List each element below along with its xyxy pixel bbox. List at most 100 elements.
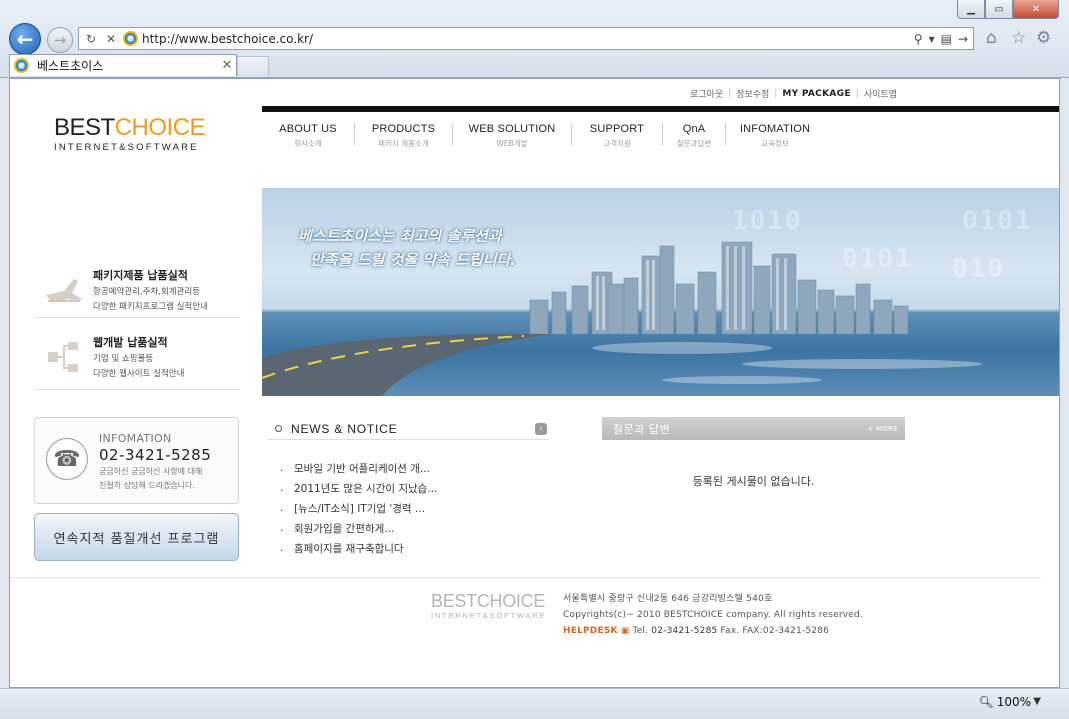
network-icon [48,342,78,372]
zoom-control[interactable]: 🔍︎ 100% [978,695,1031,709]
news-item[interactable]: . 2011년도 많은 시간이 지났습... [280,478,437,498]
bullet: . [280,502,284,514]
status-bar: 🔍︎ 100% ▼ [0,688,1069,719]
contact-info-box: ☎ INFOMATION 02-3421-5285 궁금하신 궁금하신 사항에 … [34,417,239,504]
helpdesk-label: HELPDESK [563,626,618,636]
my-package-link[interactable]: MY PACKAGE [782,89,850,99]
main-nav: ABOUT US 회사소개 PRODUCTS 패키지 제품소개 WEB SOLU… [262,123,824,149]
nav-web-solution[interactable]: WEB SOLUTION WEB개발 [453,123,571,149]
quality-program-button[interactable]: 연속지적 품질개선 프로그램 [34,513,239,561]
news-item-text[interactable]: [뉴스/IT소식] IT기업 '경력 ... [294,501,425,516]
nav-about-us[interactable]: ABOUT US 회사소개 [262,123,354,149]
back-button[interactable]: ← [9,23,41,55]
minimize-button[interactable]: ▁ [957,0,985,19]
footer-logo-best: BEST [431,591,477,611]
nav-label: WEB SOLUTION [468,123,556,135]
nav-label: PRODUCTS [371,123,436,135]
nav-label: INFOMATION [739,123,811,135]
airplane-icon [46,279,82,303]
qna-header: 질문과 답변 + MORE [602,417,905,440]
footer-logo: BESTCHOICE INTERNET&SOFTWARE [431,591,546,620]
browser-chrome: ▁ ▭ ✕ ← → ↻ ✕ e http://www.bestchoice.co… [0,0,1069,78]
promo-description: 항공예약관리,주차,회계관리등 다양한 패키지프로그램 실적안내 [93,285,208,315]
browser-tab[interactable]: e 베스트초이스 ✕ [9,54,237,76]
footer-copyright: Copyrights(c)~ 2010 BESTCHOICE company. … [563,610,864,620]
footer-info: 서울특별시 중랑구 신내2동 646 금강리빙스텔 540호 Copyright… [563,591,863,639]
maximize-button[interactable]: ▭ [985,0,1013,19]
edit-info-link[interactable]: 정보수정 [736,87,769,100]
tab-close-icon[interactable]: ✕ [218,58,236,73]
sitemap-link[interactable]: 사이트맵 [864,87,897,100]
promo-desc-line: 항공예약관리,주차,회계관리등 [93,287,201,297]
hero-banner: 1010 0101 0101 010 베스트초이스는 최고의 솔루션과 만족을 … [262,188,1059,396]
home-icon[interactable]: ⌂ [986,28,997,48]
nav-support[interactable]: SUPPORT 고객지원 [572,123,662,149]
info-label: INFOMATION [99,432,172,445]
city-skyline-illustration [262,241,982,396]
refresh-icon[interactable]: ↻ [83,32,99,46]
page-viewport: 로그아웃 | 정보수정 | MY PACKAGE | 사이트맵 BESTCHOI… [9,78,1060,688]
search-icon[interactable]: ⚲ [914,32,923,46]
news-item[interactable]: . [뉴스/IT소식] IT기업 '경력 ... [280,498,437,518]
logout-link[interactable]: 로그아웃 [690,87,723,100]
nav-sublabel: 교육정보 [761,139,789,148]
utility-links: 로그아웃 | 정보수정 | MY PACKAGE | 사이트맵 [690,87,897,101]
dropdown-icon[interactable]: ▾ [929,32,935,46]
news-item[interactable]: . 회원가입을 간편하게... [280,518,437,538]
separator: | [728,88,732,99]
window-controls: ▁ ▭ ✕ [957,0,1059,19]
nav-sublabel: 고객지원 [603,139,631,148]
info-description: 궁금하신 궁금하신 사항에 대해 친절히 상담해 드리겠습니다. [99,465,202,493]
footer-tel: 02-3421-5285 [651,626,718,636]
close-window-button[interactable]: ✕ [1013,0,1059,19]
telephone-icon: ☎ [46,438,88,480]
qna-more-link[interactable]: + MORE [867,425,898,433]
forward-button[interactable]: → [47,27,73,53]
stop-icon[interactable]: ✕ [103,32,119,46]
web-dev-delivery-record[interactable]: 웹개발 납품실적 기업 및 쇼핑몰등 다양한 웹사이트 실적안내 [34,332,240,390]
footer-logo-choice: CHOICE [476,591,546,611]
info-phone-number: 02-3421-5285 [99,446,212,464]
footer-logo-tagline: INTERNET&SOFTWARE [431,611,547,620]
footer-address: 서울특별시 중랑구 신내2동 646 금강리빙스텔 540호 [563,594,773,604]
zoom-dropdown-icon[interactable]: ▼ [1033,696,1041,707]
package-delivery-record[interactable]: 패키지제품 납품실적 항공예약관리,주차,회계관리등 다양한 패키지프로그램 실… [34,265,240,318]
nav-sublabel: 패키지 제품소개 [378,139,429,148]
news-item[interactable]: . 홈페이지를 재구축합니다 [280,538,437,558]
separator: | [855,88,859,99]
go-icon[interactable]: → [958,32,968,46]
site-logo[interactable]: BESTCHOICE INTERNET&SOFTWARE [54,114,206,154]
nav-products[interactable]: PRODUCTS 패키지 제품소개 [355,123,452,149]
gear-icon[interactable]: ⚙ [1036,28,1051,48]
nav-qna[interactable]: QnA 질문과답변 [663,123,725,149]
news-item-text[interactable]: 회원가입을 간편하게... [294,521,394,536]
news-header: NEWS & NOTICE › [268,418,549,440]
ie-page-icon: e [123,31,138,46]
nav-sublabel: WEB개발 [496,139,528,148]
url-text[interactable]: http://www.bestchoice.co.kr/ [142,32,914,46]
arrow-left-icon: ← [16,27,34,51]
news-item-text[interactable]: 2011년도 많은 시간이 지났습... [294,481,437,496]
compat-view-icon[interactable]: ▤ [941,32,952,46]
logo-choice: CHOICE [114,114,206,141]
nav-infomation[interactable]: INFOMATION 교육정보 [726,123,824,149]
news-item[interactable]: . 모바일 기반 어플리케이션 개... [280,458,437,478]
bullet: . [280,522,284,534]
magnifier-icon: 🔍︎ [978,695,994,709]
news-item-text[interactable]: 모바일 기반 어플리케이션 개... [294,461,430,476]
footer-fax: Fax. FAX:02-3421-5286 [720,626,830,636]
banner-slogan-line2: 만족을 드릴 것을 약속 드립니다. [310,251,516,269]
bullet: . [280,482,284,494]
logo-best: BEST [54,114,115,141]
favorites-star-icon[interactable]: ☆ [1011,28,1026,48]
nav-label: ABOUT US [279,123,337,135]
news-more-button[interactable]: › [535,422,547,435]
info-desc-line: 궁금하신 궁금하신 사항에 대해 [99,467,203,476]
info-desc-line: 친절히 상담해 드리겠습니다. [99,481,195,490]
promo-desc-line: 다양한 웹사이트 실적안내 [93,369,185,379]
helpdesk-icon: ▣ [620,626,630,636]
address-bar[interactable]: ↻ ✕ e http://www.bestchoice.co.kr/ ⚲ ▾ ▤… [78,27,974,50]
news-item-text[interactable]: 홈페이지를 재구축합니다 [294,541,404,556]
circle-bullet-icon [275,425,282,432]
new-tab-button[interactable] [237,56,269,76]
